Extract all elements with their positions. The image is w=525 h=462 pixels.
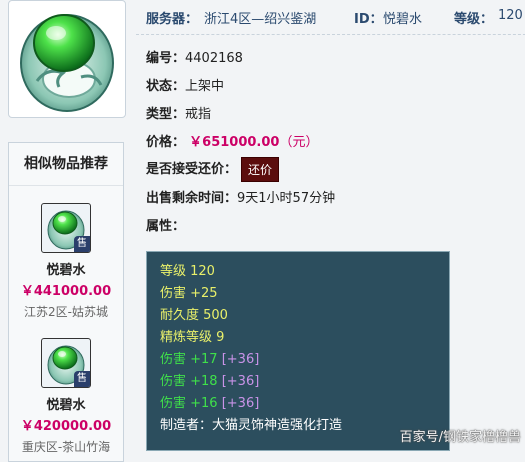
attr-level: 等级 120 (160, 264, 215, 279)
item-image (8, 0, 126, 118)
similar-item[interactable]: 售 悦碧水 ￥420000.00 重庆区-茶山竹海 (9, 338, 123, 455)
attr-gem-line: 伤害 +16 [+36] (160, 393, 449, 415)
attr-refine: 精炼等级 9 (160, 330, 225, 345)
level-value: 120 (498, 8, 523, 23)
attributes-panel: 等级 120 伤害 +25 耐久度 500 精炼等级 9 伤害 +17 [+36… (146, 251, 450, 451)
attr-damage: 伤害 +25 (160, 286, 218, 301)
counter-offer-row: 是否接受还价： 还价 (146, 157, 280, 182)
type-value: 戒指 (185, 107, 212, 122)
similar-item[interactable]: 售 悦碧水 ￥441000.00 江苏2区-姑苏城 (9, 203, 123, 320)
time-left-row: 出售剩余时间：9天1小时57分钟 (146, 187, 335, 206)
counter-offer-label: 是否接受还价： (146, 162, 238, 177)
similar-items-panel: 相似物品推荐 售 悦碧水 ￥441000.00 江苏2区-姑苏城 售 悦碧水 ￥… (8, 142, 124, 462)
attributes-label: 属性： (146, 219, 186, 234)
level-label: 等级： (454, 12, 494, 27)
status-value: 上架中 (185, 79, 225, 94)
attr-gem-stat: 伤害 +18 (160, 374, 218, 389)
time-left-label: 出售剩余时间： (146, 191, 238, 206)
similar-item-price: ￥441000.00 (20, 284, 112, 299)
time-left-value: 9天1小时57分钟 (237, 191, 336, 206)
price-value: ￥651000.00 (189, 135, 280, 150)
attr-durability: 耐久度 500 (160, 308, 228, 323)
attr-gem-stat: 伤害 +17 (160, 352, 218, 367)
jade-ring-thumbnail-icon[interactable]: 售 (41, 338, 91, 388)
attr-gem-stat: 伤害 +16 (160, 396, 218, 411)
similar-item-name[interactable]: 悦碧水 (9, 259, 123, 278)
similar-item-name[interactable]: 悦碧水 (9, 394, 123, 413)
number-row: 编号：4402168 (146, 47, 243, 66)
watermark: 百家号/钢铁家橹橹兽 (399, 430, 521, 445)
attr-gem-bonus: [+36] (221, 396, 260, 411)
counter-offer-badge[interactable]: 还价 (241, 157, 280, 182)
type-label: 类型： (146, 107, 186, 122)
attr-gem-bonus: [+36] (221, 352, 260, 367)
id-value: 悦碧水 (383, 12, 423, 27)
server-label: 服务器： (146, 12, 199, 27)
attr-gem-bonus: [+36] (221, 374, 260, 389)
similar-items-title: 相似物品推荐 (9, 143, 123, 186)
jade-ring-icon (20, 14, 114, 112)
status-row: 状态：上架中 (146, 75, 224, 94)
item-header-bar: 服务器： 浙江4区—绍兴鉴湖 ID： 悦碧水 等级： 120 (136, 0, 525, 35)
attributes-row: 属性： (146, 215, 185, 234)
number-label: 编号： (146, 51, 186, 66)
attr-gem-line: 伤害 +18 [+36] (160, 371, 449, 393)
attr-gem-line: 伤害 +17 [+36] (160, 349, 449, 371)
sale-tag: 售 (74, 371, 90, 387)
similar-item-server: 江苏2区-姑苏城 (24, 305, 108, 319)
price-unit: （元） (279, 135, 319, 150)
type-row: 类型：戒指 (146, 103, 211, 122)
price-label: 价格： (146, 135, 186, 150)
similar-item-price: ￥420000.00 (20, 419, 112, 434)
sale-tag: 售 (74, 236, 90, 252)
number-value: 4402168 (185, 51, 243, 66)
status-label: 状态： (146, 79, 186, 94)
similar-item-server: 重庆区-茶山竹海 (21, 440, 111, 454)
jade-ring-thumbnail-icon[interactable]: 售 (41, 203, 91, 253)
id-label: ID： (354, 12, 383, 27)
server-value: 浙江4区—绍兴鉴湖 (204, 12, 317, 27)
price-row: 价格： ￥651000.00（元） (146, 131, 318, 150)
